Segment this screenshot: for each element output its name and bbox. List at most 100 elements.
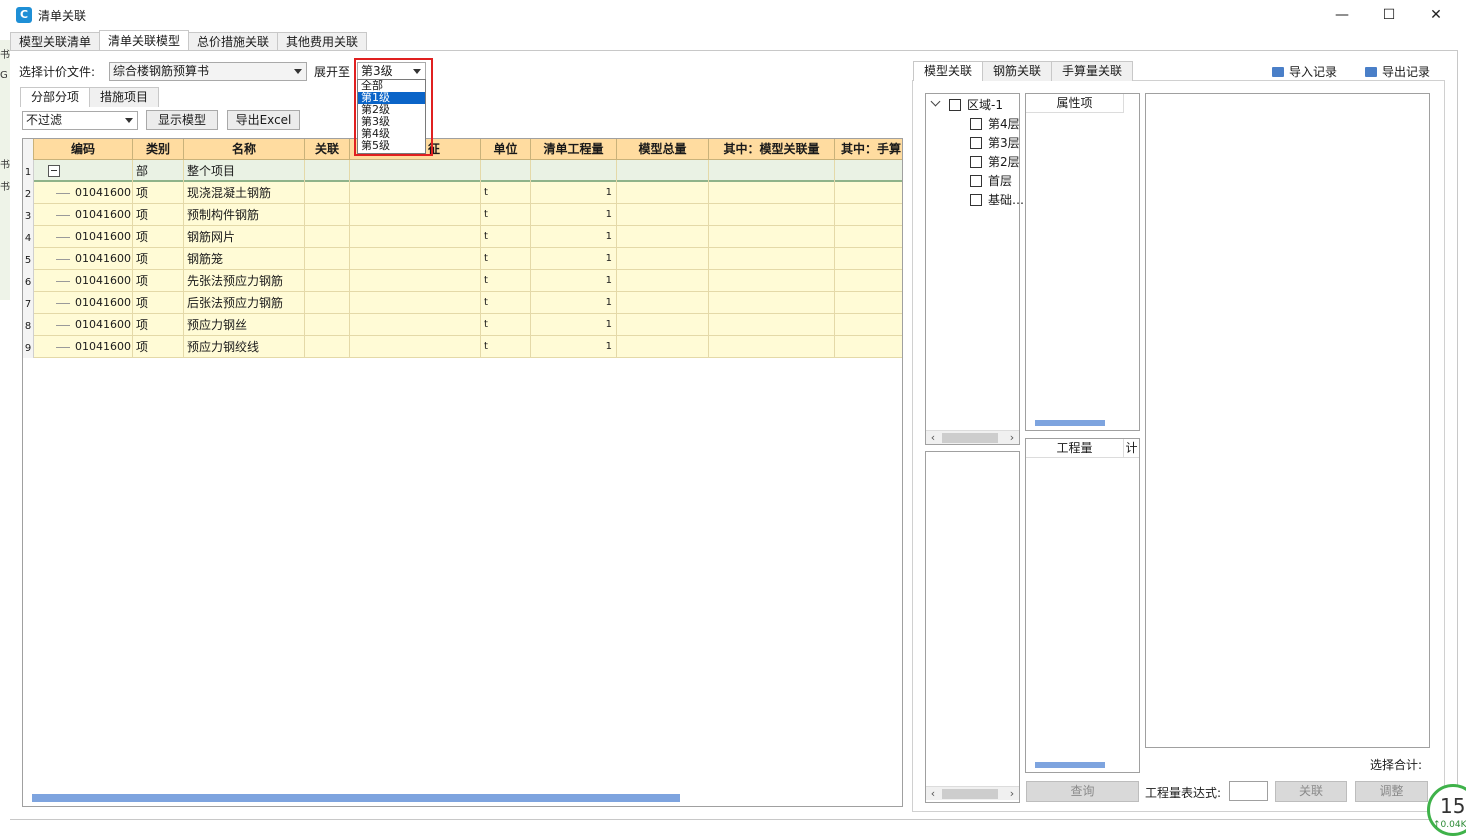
table-row[interactable]: 4 01041600… 项 钢筋网片 t 1 xyxy=(23,226,902,248)
tab-other-fees[interactable]: 其他费用关联 xyxy=(277,32,368,51)
cell-text: 01041600… xyxy=(75,230,132,243)
checkbox[interactable] xyxy=(949,99,961,111)
tree-connector xyxy=(56,237,70,238)
cell-qty: 1 xyxy=(531,270,617,292)
title-bar: C 清单关联 — ☐ ✕ xyxy=(0,0,1466,30)
minimize-button[interactable]: — xyxy=(1319,0,1365,30)
cell-text: 01041600… xyxy=(75,274,132,287)
tab-model-to-list[interactable]: 模型关联清单 xyxy=(10,32,101,51)
row-number: 9 xyxy=(23,336,34,358)
table-row[interactable]: 2 01041600… 项 现浇混凝土钢筋 t 1 xyxy=(23,182,902,204)
attribute-scrollbar[interactable] xyxy=(1035,420,1105,426)
background-window-strip: 书 G 书 书 xyxy=(0,40,10,300)
export-excel-button[interactable]: 导出Excel xyxy=(227,110,300,130)
collapse-icon[interactable] xyxy=(48,165,60,177)
cell-empty xyxy=(350,248,481,270)
col-header[interactable]: 单位 xyxy=(481,139,531,160)
scroll-thumb[interactable] xyxy=(942,789,998,799)
import-records-link[interactable]: 导入记录 xyxy=(1272,63,1337,80)
link-button[interactable]: 关联 xyxy=(1275,781,1347,802)
show-model-button[interactable]: 显示模型 xyxy=(146,110,218,130)
checkbox[interactable] xyxy=(970,118,982,130)
tree-item-region[interactable]: 区域-1 xyxy=(949,96,1003,113)
cell-empty xyxy=(617,226,709,248)
quantity-expression-input[interactable] xyxy=(1229,781,1268,801)
tree-connector xyxy=(56,281,70,282)
tree-item-floor[interactable]: 第4层 xyxy=(970,115,1020,132)
table-row[interactable]: 7 01041600… 项 后张法预应力钢筋 t 1 xyxy=(23,292,902,314)
divider xyxy=(10,50,1458,51)
component-tree-panel: ‹ › xyxy=(925,451,1020,803)
tree-horizontal-scrollbar[interactable]: ‹ › xyxy=(926,786,1019,800)
checkbox[interactable] xyxy=(970,156,982,168)
table-row[interactable]: 3 01041600… 项 预制构件钢筋 t 1 xyxy=(23,204,902,226)
tab-measure-items[interactable]: 措施项目 xyxy=(89,87,160,107)
col-header[interactable]: 关联 xyxy=(305,139,350,160)
tab-sub-items[interactable]: 分部分项 xyxy=(20,87,91,107)
col-header[interactable]: 名称 xyxy=(184,139,305,160)
scroll-right-icon[interactable]: › xyxy=(1005,431,1019,445)
checkbox[interactable] xyxy=(970,194,982,206)
sub-tab-bar: 分部分项 措施项目 xyxy=(20,87,160,107)
col-header[interactable]: 清单工程量 xyxy=(531,139,617,160)
network-speed-widget[interactable]: 15 ↑0.04K xyxy=(1427,784,1466,836)
col-header[interactable]: 其中：手算 xyxy=(835,139,902,160)
scroll-right-icon[interactable]: › xyxy=(1005,787,1019,801)
grid-header: 编码 类别 名称 关联 征 单位 清单工程量 模型总量 其中：模型关联量 其中：… xyxy=(23,139,902,160)
cell-unit: t xyxy=(481,248,531,270)
scroll-thumb[interactable] xyxy=(942,433,998,443)
tab-manual-link[interactable]: 手算量关联 xyxy=(1051,61,1134,81)
tab-lump-sum-measures[interactable]: 总价措施关联 xyxy=(188,32,279,51)
tab-rebar-link[interactable]: 钢筋关联 xyxy=(982,61,1053,81)
grid-horizontal-scrollbar[interactable] xyxy=(32,794,680,802)
checkbox[interactable] xyxy=(970,175,982,187)
cell-unit: t xyxy=(481,314,531,336)
scroll-left-icon[interactable]: ‹ xyxy=(926,787,940,801)
tab-list-to-model[interactable]: 清单关联模型 xyxy=(99,30,190,51)
pricing-file-select[interactable]: 综合楼钢筋预算书 xyxy=(109,62,307,81)
table-row[interactable]: 6 01041600… 项 先张法预应力钢筋 t 1 xyxy=(23,270,902,292)
col-header[interactable]: 其中：模型关联量 xyxy=(709,139,835,160)
cell-empty xyxy=(350,182,481,204)
table-row[interactable]: 5 01041600… 项 钢筋笼 t 1 xyxy=(23,248,902,270)
window-title: 清单关联 xyxy=(38,9,87,23)
row-number: 8 xyxy=(23,314,34,336)
tree-item-floor[interactable]: 首层 xyxy=(970,172,1012,189)
maximize-button[interactable]: ☐ xyxy=(1366,0,1412,30)
export-records-link[interactable]: 导出记录 xyxy=(1365,63,1430,80)
col-header[interactable]: 类别 xyxy=(133,139,184,160)
cell-type: 项 xyxy=(133,270,184,292)
col-header[interactable]: 模型总量 xyxy=(617,139,709,160)
tree-item-floor[interactable]: 第3层 xyxy=(970,134,1020,151)
cell-empty xyxy=(305,314,350,336)
cell-text: 1 xyxy=(605,275,612,286)
tree-connector xyxy=(56,259,70,260)
strip-text: 书 xyxy=(0,182,10,193)
query-button[interactable]: 查询 xyxy=(1026,781,1139,802)
tree-horizontal-scrollbar[interactable]: ‹ › xyxy=(926,430,1019,444)
cell-empty xyxy=(350,314,481,336)
cell-qty: 1 xyxy=(531,336,617,358)
table-row[interactable]: 8 01041600… 项 预应力钢丝 t 1 xyxy=(23,314,902,336)
tree-item-label: 第2层 xyxy=(988,155,1020,169)
table-row[interactable]: 1 部 整个项目 xyxy=(23,160,902,182)
col-header[interactable]: 编码 xyxy=(34,139,133,160)
adjust-button[interactable]: 调整 xyxy=(1355,781,1428,802)
tab-model-link[interactable]: 模型关联 xyxy=(913,61,984,81)
cell-name: 整个项目 xyxy=(184,160,305,182)
quantity-scrollbar[interactable] xyxy=(1035,762,1105,768)
cell-empty xyxy=(305,248,350,270)
chevron-down-icon[interactable] xyxy=(930,96,941,107)
file-label: 选择计价文件: xyxy=(19,65,96,79)
table-row[interactable]: 9 01041600… 项 预应力钢绞线 t 1 xyxy=(23,336,902,358)
speed-number: 15 xyxy=(1440,794,1466,818)
cell-empty xyxy=(350,336,481,358)
filter-select[interactable]: 不过滤 xyxy=(22,111,138,130)
cell-text: 预应力钢绞线 xyxy=(187,340,260,354)
tree-item-floor[interactable]: 基础… xyxy=(970,191,1024,208)
tree-item-floor[interactable]: 第2层 xyxy=(970,153,1020,170)
scroll-left-icon[interactable]: ‹ xyxy=(926,431,940,445)
checkbox[interactable] xyxy=(970,137,982,149)
close-button[interactable]: ✕ xyxy=(1413,0,1459,30)
cell-empty xyxy=(350,270,481,292)
